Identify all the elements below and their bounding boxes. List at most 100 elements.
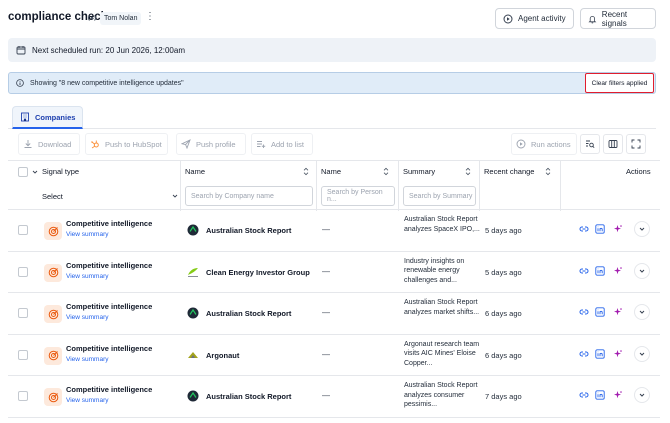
linkedin-icon[interactable] — [594, 389, 606, 401]
row-checkbox[interactable] — [18, 349, 28, 360]
summary-search-input[interactable]: Search by Summary — [403, 186, 476, 206]
chevron-down-icon — [639, 352, 645, 356]
view-summary-link[interactable]: View summary — [66, 397, 109, 404]
filter-info-text: Showing "8 new competitive intelligence … — [30, 79, 184, 87]
row-expand-button[interactable] — [634, 345, 650, 362]
agent-activity-icon — [503, 14, 513, 23]
user-badge[interactable]: Tom Nolan — [100, 12, 142, 25]
push-hubspot-button[interactable]: Push to HubSpot — [85, 133, 168, 155]
summary-text: Australian Stock Report analyzes SpaceX … — [404, 216, 480, 233]
recent-signals-label: Recent signals — [601, 9, 628, 28]
row-expand-button[interactable] — [634, 387, 650, 404]
view-summary-link[interactable]: View summary — [66, 314, 109, 321]
signal-title: Competitive intelligence — [66, 343, 153, 353]
agent-activity-button[interactable]: Agent activity — [495, 8, 574, 29]
chevron-down-icon — [639, 394, 645, 398]
broadcast-icon — [87, 15, 97, 21]
row-checkbox[interactable] — [18, 391, 28, 402]
expand-button[interactable] — [626, 134, 646, 154]
col-company-name[interactable]: Name — [185, 167, 309, 176]
company-search-input[interactable]: Search by Company name — [185, 186, 313, 206]
run-actions-button[interactable]: Run actions — [511, 133, 577, 155]
row-checkbox[interactable] — [18, 266, 28, 277]
row-checkbox[interactable] — [18, 308, 28, 319]
run-actions-label: Run actions — [531, 139, 571, 149]
table-header: Signal type Select Name Search by Compan… — [8, 160, 660, 211]
add-to-list-button[interactable]: Add to list — [251, 133, 313, 155]
table-row[interactable]: Competitive intelligence View summary Ar… — [8, 335, 660, 377]
table-row[interactable]: Competitive intelligence View summary Au… — [8, 376, 660, 418]
row-expand-button[interactable] — [634, 221, 650, 237]
sort-icon — [303, 167, 309, 176]
linkedin-icon[interactable] — [594, 223, 606, 235]
col-person-name[interactable]: Name — [321, 167, 389, 176]
sparkle-icon[interactable] — [612, 223, 624, 235]
summary-text: Australian Stock Report analyzes market … — [404, 299, 480, 316]
summary-text: Argonaut research team visits AIC Mines'… — [404, 340, 480, 367]
recent-change: 7 days ago — [485, 392, 522, 402]
chevron-down-icon — [172, 194, 178, 198]
company-name[interactable]: Clean Energy Investor Group — [206, 268, 310, 277]
download-button[interactable]: Download — [18, 133, 80, 155]
companies-icon — [21, 112, 29, 122]
chevron-down-icon — [639, 269, 645, 273]
clear-filters-button[interactable]: Clear filters applied — [585, 73, 654, 93]
kebab-icon[interactable]: ⋮ — [145, 11, 155, 22]
company-name[interactable]: Australian Stock Report — [206, 226, 291, 235]
linkedin-icon[interactable] — [594, 348, 606, 360]
download-icon — [24, 140, 32, 148]
link-icon[interactable] — [578, 223, 590, 235]
person-name: — — [322, 225, 330, 234]
view-summary-link[interactable]: View summary — [66, 356, 109, 363]
linkedin-icon[interactable] — [594, 265, 606, 277]
company-name[interactable]: Argonaut — [206, 351, 239, 360]
table-row[interactable]: Competitive intelligence View summary Au… — [8, 210, 660, 252]
view-summary-link[interactable]: View summary — [66, 273, 109, 280]
col-summary[interactable]: Summary — [403, 167, 471, 176]
recent-signals-button[interactable]: Recent signals — [580, 8, 656, 29]
chevron-down-icon — [639, 310, 645, 314]
col-signal-type[interactable]: Signal type — [42, 167, 79, 176]
link-icon[interactable] — [578, 389, 590, 401]
top-bar: compliance check Tom Nolan ⋮ Agent activ… — [0, 0, 670, 36]
sort-icon — [545, 167, 551, 176]
push-profile-button[interactable]: Push profile — [176, 133, 246, 155]
link-icon[interactable] — [578, 306, 590, 318]
row-expand-button[interactable] — [634, 262, 650, 279]
person-search-input[interactable]: Search by Person n... — [321, 186, 395, 206]
bell-icon — [588, 15, 597, 23]
tab-companies[interactable]: Companies — [12, 106, 84, 129]
push-profile-label: Push profile — [196, 139, 236, 149]
recent-change: 6 days ago — [485, 309, 522, 319]
push-hubspot-label: Push to HubSpot — [105, 139, 162, 149]
send-icon — [181, 139, 191, 149]
agent-activity-label: Agent activity — [518, 14, 566, 23]
link-icon[interactable] — [578, 265, 590, 277]
signal-type-select[interactable]: Select — [42, 188, 178, 204]
sparkle-icon[interactable] — [612, 348, 624, 360]
linkedin-icon[interactable] — [594, 306, 606, 318]
sparkle-icon[interactable] — [612, 265, 624, 277]
person-name: — — [322, 391, 330, 401]
signal-title: Competitive intelligence — [66, 302, 153, 312]
select-all-checkbox[interactable] — [18, 167, 28, 177]
table-row[interactable]: Competitive intelligence View summary Au… — [8, 293, 660, 335]
hubspot-icon — [91, 140, 99, 149]
company-name[interactable]: Australian Stock Report — [206, 392, 291, 401]
company-logo — [188, 351, 198, 358]
sparkle-icon[interactable] — [612, 389, 624, 401]
columns-button[interactable] — [603, 134, 623, 154]
link-icon[interactable] — [578, 348, 590, 360]
add-list-icon — [257, 141, 266, 148]
company-logo — [188, 267, 198, 277]
company-name[interactable]: Australian Stock Report — [206, 309, 291, 318]
search-table-button[interactable] — [580, 134, 600, 154]
row-expand-button[interactable] — [634, 304, 650, 321]
person-name: — — [322, 266, 330, 276]
table-row[interactable]: Competitive intelligence View summary Cl… — [8, 252, 660, 294]
chevron-down-icon[interactable] — [32, 169, 38, 175]
sparkle-icon[interactable] — [612, 306, 624, 318]
col-recent-change[interactable]: Recent change — [484, 167, 551, 176]
view-summary-link[interactable]: View summary — [66, 231, 109, 238]
row-checkbox[interactable] — [18, 225, 28, 235]
